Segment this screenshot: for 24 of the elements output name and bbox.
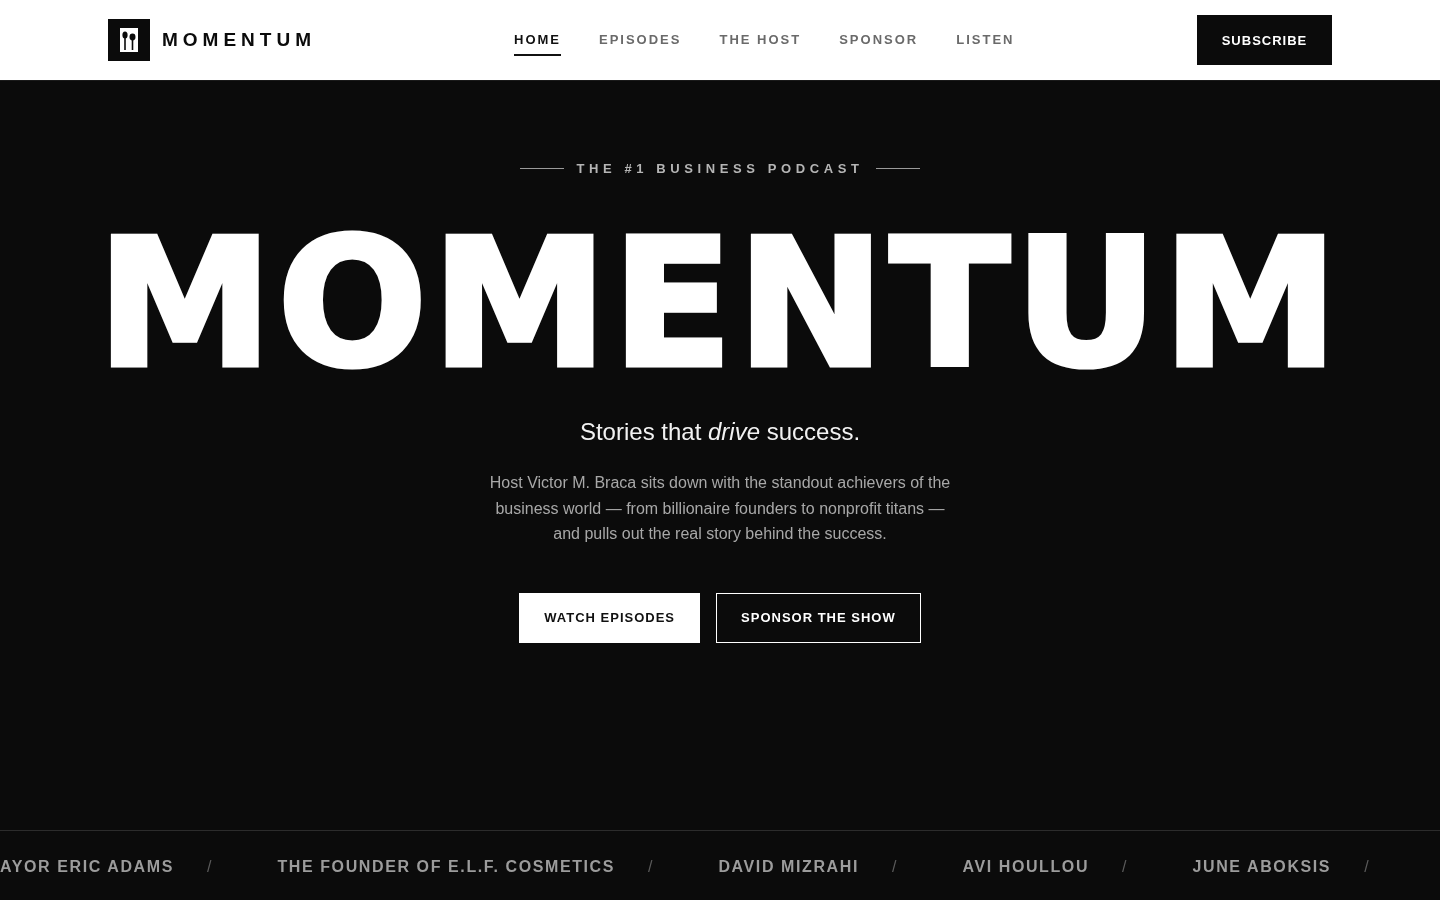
nav-link[interactable]: EPISODES xyxy=(599,24,682,56)
guest-name: THE FOUNDER OF E.L.F. COSMETICS xyxy=(277,857,615,876)
separator-slash: / xyxy=(1122,857,1127,876)
tagline: Stories that drive success. xyxy=(579,418,861,446)
nav-link[interactable]: THE HOST xyxy=(719,24,802,56)
nav-link[interactable]: SPONSOR xyxy=(839,24,919,56)
separator-slash: / xyxy=(891,857,897,876)
watch-episodes-button[interactable]: WATCH EPISODES xyxy=(519,592,701,643)
guest-name: AYOR ERIC ADAMS xyxy=(0,857,174,876)
nav-link[interactable]: HOME xyxy=(514,24,561,56)
hero-title: MOMENTUM xyxy=(97,230,1343,380)
logo-icon[interactable] xyxy=(108,19,150,61)
separator-slash: / xyxy=(648,857,653,876)
nav-link[interactable]: LISTEN xyxy=(956,24,1015,56)
guest-name: AVI HOULLOU xyxy=(962,857,1090,876)
guest-name: JUNE ABOKSIS xyxy=(1192,857,1332,876)
eyebrow-text: THE #1 BUSINESS PODCAST xyxy=(576,161,864,176)
subscribe-button[interactable]: SUBSCRIBE xyxy=(1197,15,1332,65)
separator-slash: / xyxy=(1364,857,1369,876)
brand-name[interactable]: MOMENTUM xyxy=(162,29,316,51)
description-text: Host Victor M. Braca sits down with the standout achievers of the business world — from billionaire founders to nonprofit titans — and pulls out the real story behind the success. xyxy=(488,473,952,544)
sponsor-button[interactable]: SPONSOR THE SHOW xyxy=(716,592,921,643)
separator-slash: / xyxy=(206,857,212,876)
guest-name: DAVID MIZRAHI xyxy=(718,857,859,876)
